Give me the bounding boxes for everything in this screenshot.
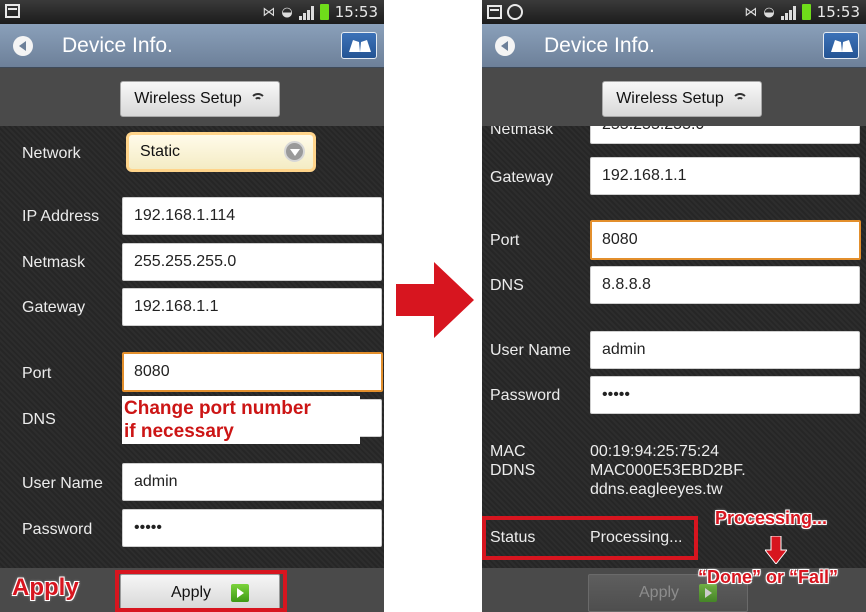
ddns-value-line-1: MAC000E53EBD2BF. — [590, 462, 746, 479]
gateway-field[interactable]: 192.168.1.1 — [122, 288, 382, 326]
clock: 15:53 — [816, 3, 860, 21]
back-icon[interactable] — [495, 36, 515, 56]
gateway-label: Gateway — [490, 169, 554, 186]
password-field[interactable]: ••••• — [122, 509, 382, 547]
dns-field[interactable]: 8.8.8.8 — [590, 266, 860, 304]
signal-icon — [780, 5, 796, 20]
status-bar: ⋈ ◒ 15:53 — [0, 0, 384, 24]
netmask-label: Netmask — [22, 254, 86, 271]
port-field[interactable]: 8080 — [122, 352, 383, 392]
port-label: Port — [490, 232, 520, 249]
ip-address-field[interactable]: 192.168.1.114 — [122, 197, 382, 235]
dns-label: DNS — [490, 277, 524, 294]
netmask-field[interactable]: 255.255.255.0 — [122, 243, 382, 281]
clock: 15:53 — [334, 3, 378, 21]
ddns-value-line-2: ddns.eagleeyes.tw — [590, 481, 723, 498]
password-label: Password — [22, 521, 93, 538]
user-name-label: User Name — [22, 475, 103, 492]
gateway-label: Gateway — [22, 299, 86, 316]
status-bar: ⋈ ◒ 15:53 — [482, 0, 866, 24]
dns-label: DNS — [22, 411, 56, 428]
user-name-field[interactable]: admin — [590, 331, 860, 369]
page-title: Device Info. — [544, 34, 655, 57]
wifi-icon — [249, 93, 266, 105]
nfc-icon: ⋈ — [744, 4, 758, 20]
book-icon[interactable] — [341, 32, 377, 59]
apply-highlight-box — [115, 570, 287, 612]
settings-form: Network Static IP Address 192.168.1.114 … — [0, 126, 384, 568]
battery-icon — [801, 4, 811, 20]
port-field[interactable]: 8080 — [590, 220, 861, 260]
password-label: Password — [490, 387, 561, 404]
tab-label: Wireless Setup — [134, 90, 242, 107]
big-red-arrow-icon — [396, 262, 474, 338]
dropdown-arrow-icon — [284, 141, 305, 162]
settings-form: Netmask 255.255.255.0 Gateway 192.168.1.… — [482, 126, 866, 568]
network-value: Static — [140, 143, 181, 160]
user-name-field[interactable]: admin — [122, 463, 382, 501]
title-bar: Device Info. — [482, 24, 866, 68]
tab-bar: Wireless Setup — [0, 68, 384, 126]
tab-wireless-setup[interactable]: Wireless Setup — [120, 81, 280, 117]
ddns-label: DDNS — [490, 462, 536, 479]
tab-bar: Wireless Setup — [482, 68, 866, 126]
apply-annotation: Apply — [12, 574, 79, 601]
wifi-status-icon: ◒ — [763, 4, 775, 20]
mac-label: MAC — [490, 443, 526, 460]
page-title: Device Info. — [62, 34, 173, 57]
port-label: Port — [22, 365, 52, 382]
nfc-icon: ⋈ — [262, 4, 276, 20]
apply-button-label: Apply — [639, 584, 680, 601]
gallery-icon — [487, 5, 502, 19]
status-highlight-box — [482, 516, 698, 560]
network-select[interactable]: Static — [126, 132, 316, 172]
gallery-icon — [5, 4, 20, 18]
callout-line-1: Change port number — [124, 398, 311, 419]
password-field[interactable]: ••••• — [590, 376, 860, 414]
netmask-label: Netmask — [490, 126, 554, 138]
user-name-label: User Name — [490, 342, 571, 359]
whatsapp-icon — [507, 4, 523, 20]
down-arrow-icon — [765, 536, 787, 564]
wifi-icon — [731, 93, 748, 105]
tab-wireless-setup[interactable]: Wireless Setup — [602, 81, 762, 117]
tab-label: Wireless Setup — [616, 90, 724, 107]
phone-screen-left: ⋈ ◒ 15:53 Device Info. Wireless Setup Ne… — [0, 0, 384, 612]
processing-annotation: Processing... — [715, 508, 828, 528]
back-icon[interactable] — [13, 36, 33, 56]
title-bar: Device Info. — [0, 24, 384, 68]
ip-address-label: IP Address — [22, 208, 100, 225]
battery-icon — [319, 4, 329, 20]
gateway-field[interactable]: 192.168.1.1 — [590, 157, 860, 195]
mac-value: 00:19:94:25:75:24 — [590, 443, 720, 460]
result-annotation: “Done” or “Fail” — [698, 567, 839, 587]
network-label: Network — [22, 145, 81, 162]
wifi-status-icon: ◒ — [281, 4, 293, 20]
signal-icon — [298, 5, 314, 20]
callout-line-2: if necessary — [124, 421, 234, 442]
netmask-field[interactable]: 255.255.255.0 — [590, 126, 860, 144]
port-callout: Change port number if necessary — [122, 396, 360, 444]
book-icon[interactable] — [823, 32, 859, 59]
